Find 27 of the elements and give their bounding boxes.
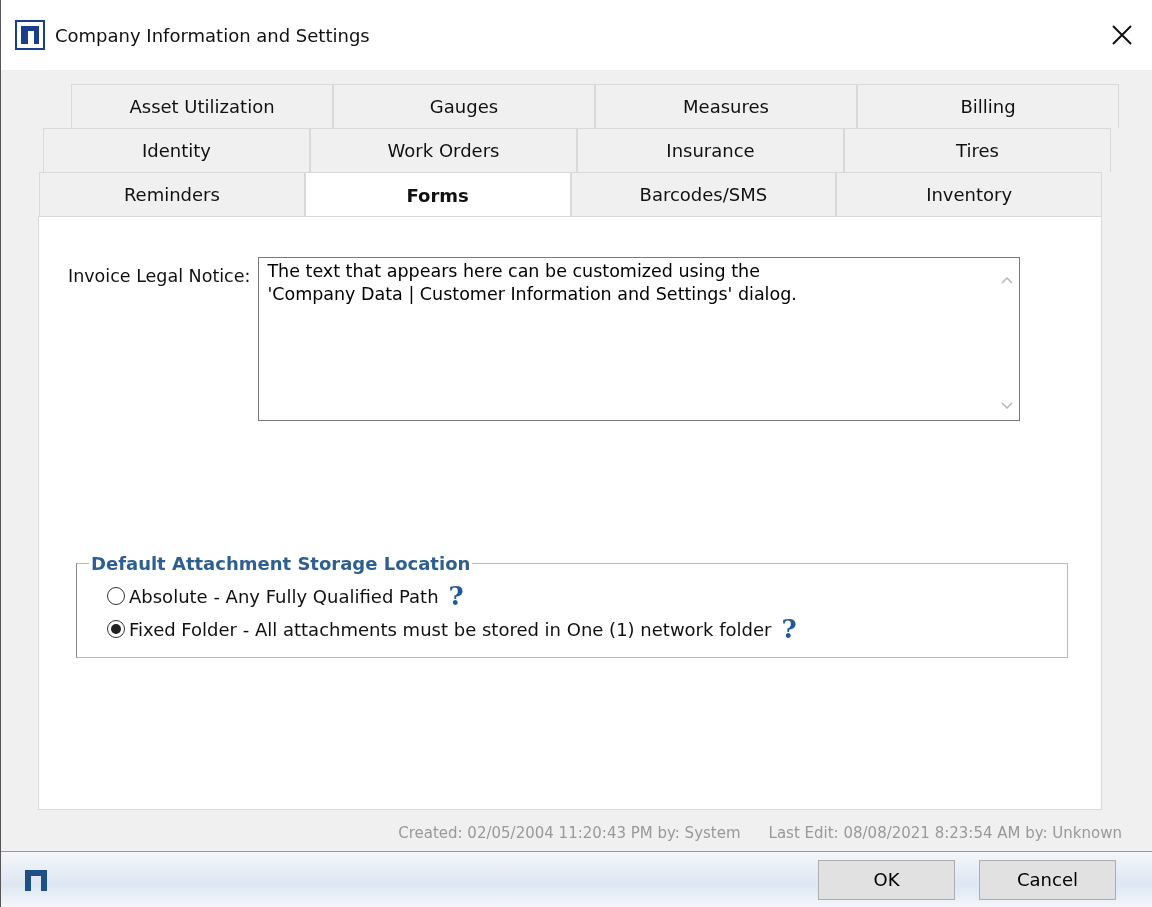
tab[interactable]: Billing	[857, 84, 1119, 128]
last-edit-info: Last Edit: 08/08/2021 8:23:54 AM by: Unknown	[768, 823, 1122, 844]
tab[interactable]: Barcodes/SMS	[570, 172, 837, 216]
dialog-button[interactable]: OK	[818, 859, 955, 900]
tab[interactable]: Gauges	[333, 84, 595, 128]
help-icon[interactable]: ?	[781, 616, 797, 642]
app-logo-icon	[15, 20, 45, 50]
tab[interactable]: Forms	[304, 172, 571, 218]
created-info: Created: 02/05/2004 11:20:43 PM by: System	[398, 823, 741, 844]
tab[interactable]: Tires	[844, 128, 1111, 172]
tab[interactable]: Identity	[43, 128, 310, 172]
dialog-button[interactable]: Cancel	[979, 859, 1116, 900]
tab[interactable]: Measures	[595, 84, 857, 128]
tab[interactable]: Reminders	[39, 172, 305, 216]
tab[interactable]: Asset Utilization	[71, 84, 333, 128]
window-title: Company Information and Settings	[55, 23, 371, 48]
tab[interactable]: Work Orders	[310, 128, 577, 172]
radio-button[interactable]	[107, 620, 125, 638]
close-icon	[1111, 24, 1133, 46]
group-title: Default Attachment Storage Location	[90, 554, 472, 573]
radio-label[interactable]: Absolute - Any Fully Qualified Path	[129, 582, 439, 610]
radio-button[interactable]	[107, 587, 125, 605]
radio-label[interactable]: Fixed Folder - All attachments must be stored in One (1) network folder	[129, 615, 772, 643]
tab[interactable]: Inventory	[836, 172, 1102, 216]
help-icon[interactable]: ?	[448, 583, 464, 609]
field-label: Invoice Legal Notice:	[68, 265, 251, 288]
tab[interactable]: Insurance	[577, 128, 844, 172]
